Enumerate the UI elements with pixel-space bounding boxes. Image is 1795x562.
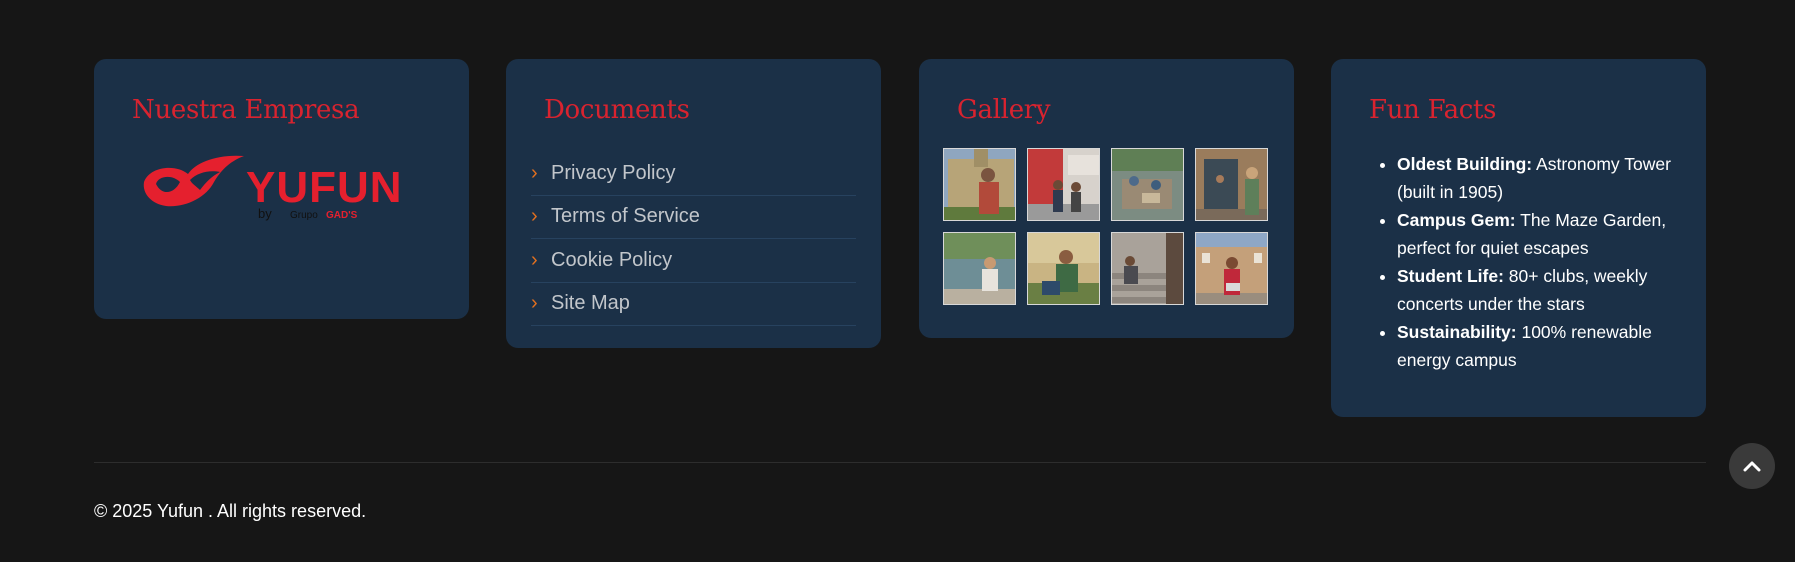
company-card: Nuestra Empresa YUFUN by Grupo GAD'S <box>94 59 469 319</box>
yufun-logo-icon: YUFUN by Grupo GAD'S <box>143 155 403 221</box>
fact-label: Oldest Building: <box>1397 154 1533 174</box>
list-item: Sustainability: 100% renewable energy ca… <box>1397 318 1679 374</box>
site-footer: Nuestra Empresa YUFUN by Grupo GAD'S Doc… <box>0 0 1795 562</box>
gallery-thumb-7[interactable] <box>1111 232 1184 305</box>
list-item: › Privacy Policy <box>531 152 856 196</box>
list-item: › Site Map <box>531 283 856 326</box>
photo-student-laptop-icon <box>1196 233 1267 304</box>
logo-byline-by: by <box>258 206 272 221</box>
documents-card: Documents › Privacy Policy › Terms of Se… <box>506 59 881 348</box>
company-title: Nuestra Empresa <box>132 95 360 125</box>
gallery-thumb-2[interactable] <box>1027 148 1100 221</box>
list-item: Oldest Building: Astronomy Tower (built … <box>1397 150 1679 206</box>
chevron-right-icon: › <box>531 205 538 228</box>
list-item: Campus Gem: The Maze Garden, perfect for… <box>1397 206 1679 262</box>
gallery-title: Gallery <box>957 95 1051 125</box>
logo-byline-brand: GAD'S <box>326 210 358 221</box>
fun-facts-card: Fun Facts Oldest Building: Astronomy Tow… <box>1331 59 1706 417</box>
list-item: › Cookie Policy <box>531 239 856 283</box>
gallery-thumb-4[interactable] <box>1195 148 1268 221</box>
photo-students-doorway-icon <box>1196 149 1267 220</box>
documents-list: › Privacy Policy › Terms of Service › Co… <box>531 152 856 326</box>
photo-student-lake-icon <box>944 233 1015 304</box>
gallery-thumb-8[interactable] <box>1195 232 1268 305</box>
photo-students-red-building-icon <box>1028 149 1099 220</box>
fun-facts-title: Fun Facts <box>1369 95 1497 125</box>
photo-student-reading-icon <box>1028 233 1099 304</box>
fun-facts-list: Oldest Building: Astronomy Tower (built … <box>1369 150 1679 374</box>
list-item: › Terms of Service <box>531 196 856 239</box>
logo-wordmark: YUFUN <box>246 163 403 212</box>
chevron-right-icon: › <box>531 161 538 184</box>
privacy-policy-link[interactable]: Privacy Policy <box>551 162 675 185</box>
gallery-thumb-5[interactable] <box>943 232 1016 305</box>
chevron-right-icon: › <box>531 248 538 271</box>
chevron-right-icon: › <box>531 292 538 315</box>
fact-label: Campus Gem: <box>1397 210 1516 230</box>
cookie-policy-link[interactable]: Cookie Policy <box>551 249 672 272</box>
gallery-thumb-3[interactable] <box>1111 148 1184 221</box>
gallery-thumb-6[interactable] <box>1027 232 1100 305</box>
photo-students-courtyard-icon <box>1112 149 1183 220</box>
back-to-top-button[interactable] <box>1729 443 1775 489</box>
list-item: Student Life: 80+ clubs, weekly concerts… <box>1397 262 1679 318</box>
gallery-grid <box>943 148 1268 305</box>
photo-student-stairs-icon <box>1112 233 1183 304</box>
logo-byline-group: Grupo <box>290 210 318 221</box>
chevron-up-icon <box>1743 461 1761 472</box>
footer-columns: Nuestra Empresa YUFUN by Grupo GAD'S Doc… <box>94 59 1706 419</box>
site-map-link[interactable]: Site Map <box>551 292 630 315</box>
fact-label: Student Life: <box>1397 266 1504 286</box>
gallery-thumb-1[interactable] <box>943 148 1016 221</box>
fact-label: Sustainability: <box>1397 322 1517 342</box>
terms-of-service-link[interactable]: Terms of Service <box>551 205 700 228</box>
copyright-text: © 2025 Yufun . All rights reserved. <box>94 501 367 521</box>
gallery-card: Gallery <box>919 59 1294 338</box>
documents-title: Documents <box>544 95 690 125</box>
yufun-logo[interactable]: YUFUN by Grupo GAD'S <box>140 152 430 222</box>
footer-divider <box>94 462 1706 463</box>
photo-student-building-icon <box>944 149 1015 220</box>
